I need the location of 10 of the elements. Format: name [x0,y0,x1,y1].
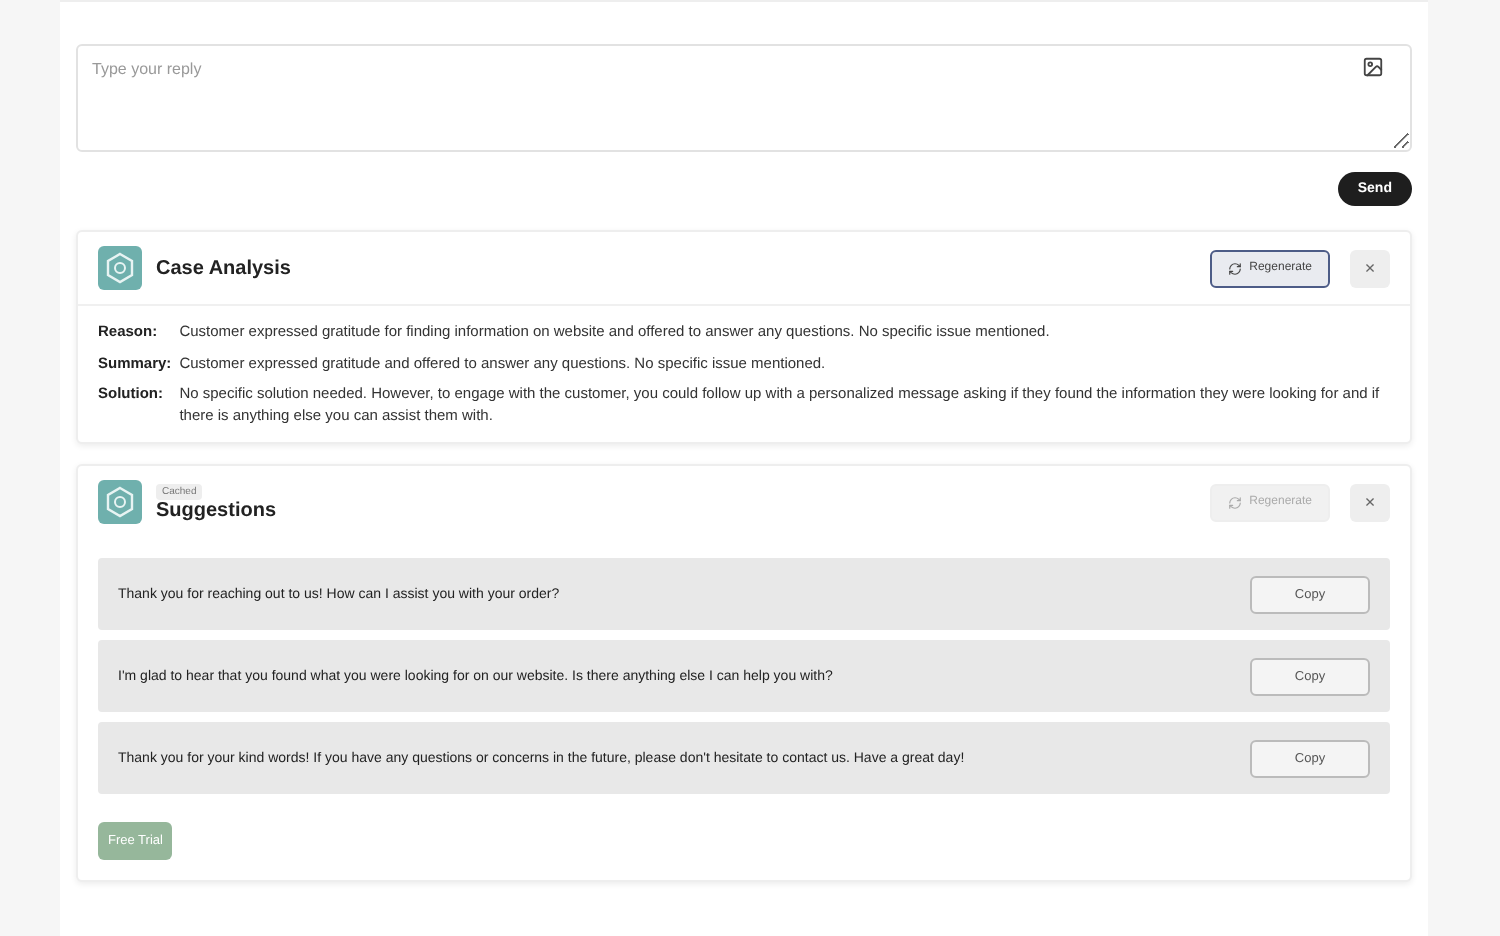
image-icon[interactable] [1362,56,1384,78]
refresh-icon [1227,495,1242,509]
card-title: Suggestions [156,499,279,521]
reply-field[interactable]: Type your reply [76,44,1412,152]
logo-icon [98,480,142,524]
refresh-icon [1227,261,1242,275]
close-button[interactable]: × [1350,249,1390,287]
logo-icon [98,246,142,290]
close-button[interactable]: × [1350,483,1390,521]
card-title: Case Analysis [156,257,293,279]
